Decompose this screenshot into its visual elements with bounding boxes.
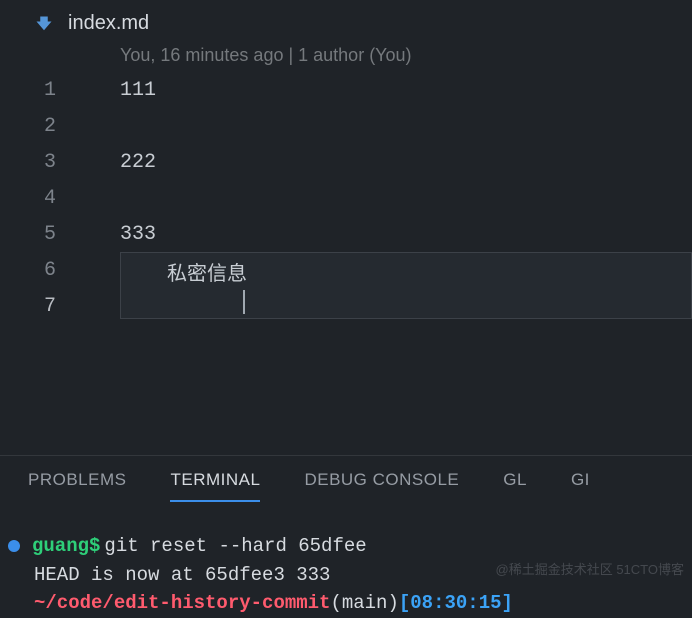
suggestion-text: 私密信息 — [121, 257, 247, 287]
code-line: 5 333 — [0, 216, 692, 252]
line-number: 6 — [0, 259, 74, 282]
line-number: 3 — [0, 151, 74, 174]
code-line: 2 — [0, 108, 692, 144]
editor-tab-row: index.md — [0, 0, 692, 43]
line-number: 7 — [0, 295, 74, 318]
tab-problems[interactable]: PROBLEMS — [28, 458, 126, 502]
line-number: 5 — [0, 223, 74, 246]
code-line: 4 — [0, 180, 692, 216]
terminal-line: ~/code/edit-history-commit (main) [08:30… — [8, 589, 692, 618]
line-content[interactable]: 222 — [74, 151, 156, 174]
code-line: 1 111 — [0, 72, 692, 108]
line-number: 2 — [0, 115, 74, 138]
tab-terminal[interactable]: TERMINAL — [170, 458, 260, 502]
inline-suggestion[interactable]: 私密信息 — [120, 252, 692, 319]
status-dot-icon — [8, 540, 20, 552]
bottom-panel: PROBLEMS TERMINAL DEBUG CONSOLE GL GI gu… — [0, 455, 692, 618]
file-arrow-icon — [34, 14, 54, 34]
text-cursor — [243, 290, 245, 314]
terminal-command: git reset --hard 65dfee — [104, 532, 366, 561]
watermark: @稀土掘金技术社区 51CTO博客 — [496, 559, 684, 578]
terminal-path: ~/code/edit-history-commit — [34, 589, 330, 618]
terminal-time: [08:30:15] — [399, 589, 513, 618]
tab-gl[interactable]: GL — [503, 458, 527, 502]
code-editor[interactable]: 1 111 2 3 222 4 5 333 6 7 私密信息 — [0, 72, 692, 324]
line-content[interactable]: 111 — [74, 79, 156, 102]
file-name[interactable]: index.md — [68, 12, 149, 35]
terminal-prompt: guang$ — [32, 532, 100, 561]
code-line: 3 222 — [0, 144, 692, 180]
line-content[interactable]: 333 — [74, 223, 156, 246]
panel-tabs: PROBLEMS TERMINAL DEBUG CONSOLE GL GI — [0, 456, 692, 504]
line-number: 1 — [0, 79, 74, 102]
git-blame-annotation: You, 16 minutes ago | 1 author (You) — [0, 43, 692, 72]
editor-area: index.md You, 16 minutes ago | 1 author … — [0, 0, 692, 455]
terminal-branch: (main) — [330, 589, 398, 618]
terminal-line: guang$ git reset --hard 65dfee — [8, 532, 692, 561]
line-number: 4 — [0, 187, 74, 210]
tab-debug-console[interactable]: DEBUG CONSOLE — [304, 458, 459, 502]
tab-gi[interactable]: GI — [571, 458, 590, 502]
